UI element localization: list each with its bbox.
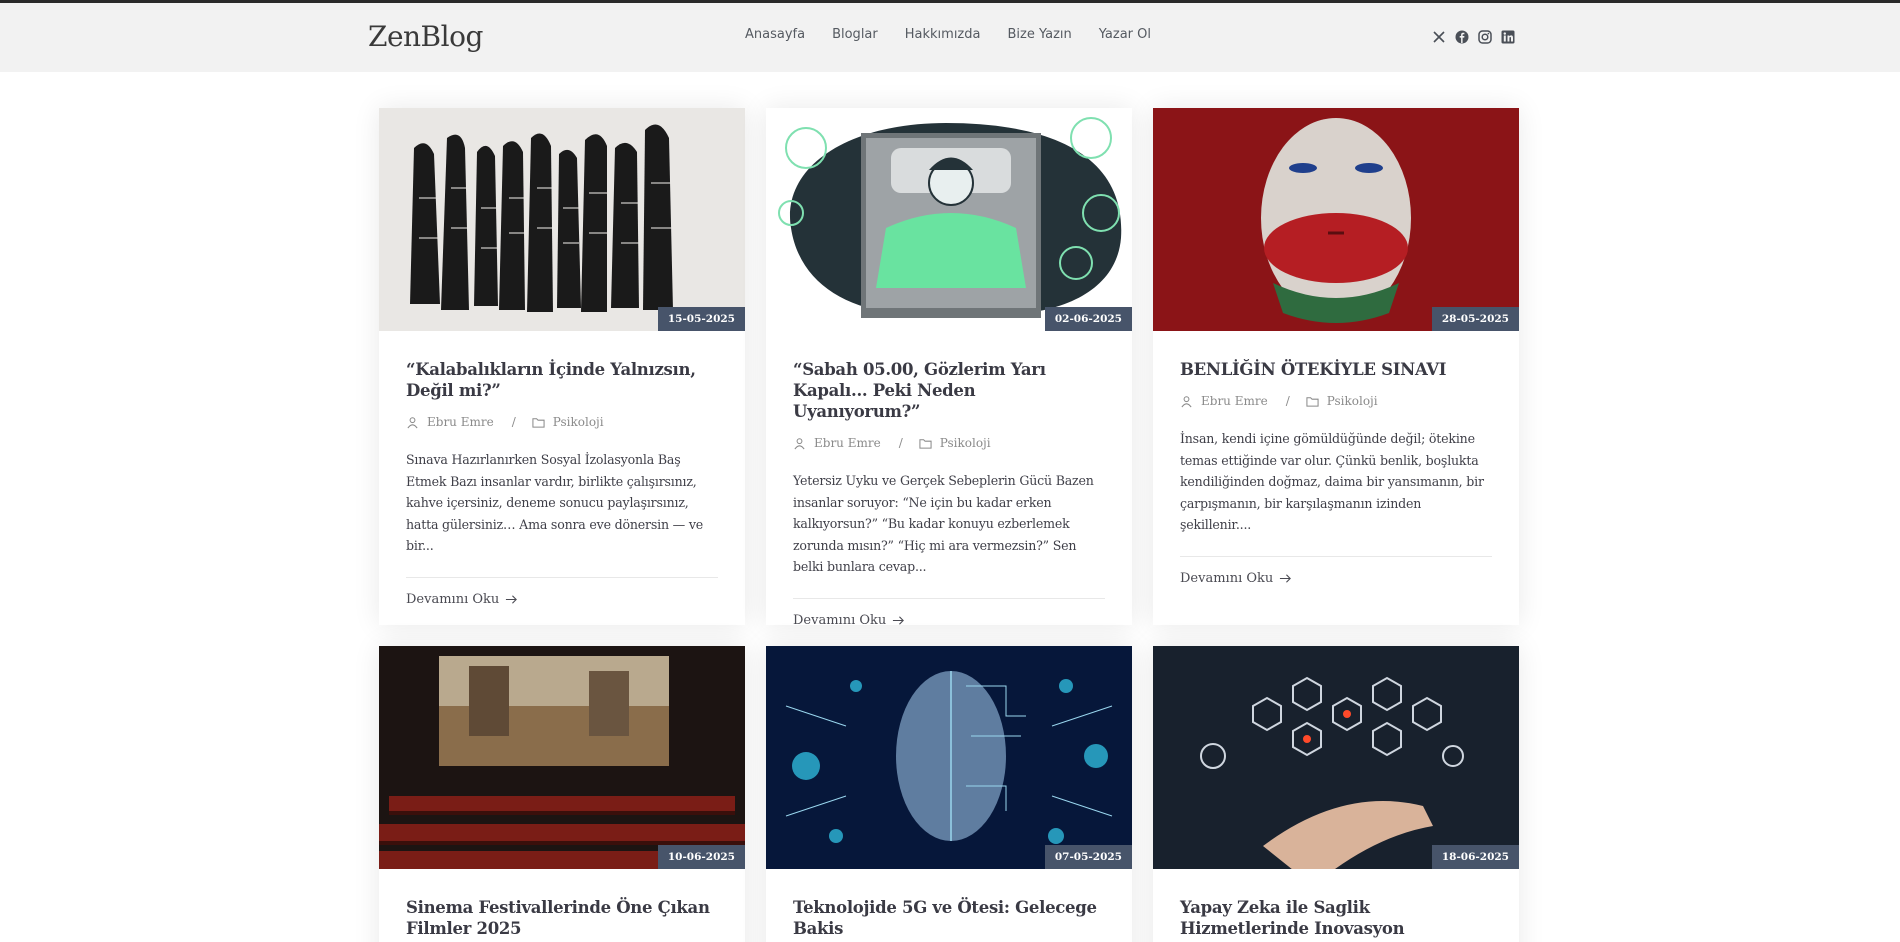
post-title[interactable]: Yapay Zeka ile Saglik Hizmetlerinde Inov…	[1180, 897, 1492, 939]
post-card: 10-06-2025 Sinema Festivallerinde Öne Çı…	[379, 646, 745, 942]
post-card: 18-06-2025 Yapay Zeka ile Saglik Hizmetl…	[1153, 646, 1519, 942]
nav-become-author[interactable]: Yazar Ol	[1099, 27, 1151, 42]
site-header: ZenBlog Anasayfa Bloglar Hakkımızda Bize…	[0, 3, 1900, 72]
post-date: 15-05-2025	[657, 307, 745, 331]
meta-separator: /	[1285, 394, 1290, 408]
read-more-link[interactable]: Devamını Oku	[793, 597, 1105, 628]
post-card: 02-06-2025 “Sabah 05.00, Gözlerim Yarı K…	[766, 108, 1132, 628]
arrow-right-icon	[1280, 573, 1292, 583]
post-excerpt: İnsan, kendi içine gömüldüğünde değil; ö…	[1180, 431, 1484, 532]
meta-separator: /	[511, 415, 516, 429]
sleepless-illustration	[766, 108, 1132, 331]
nav-blogs[interactable]: Bloglar	[832, 27, 878, 42]
nav-contact[interactable]: Bize Yazın	[1007, 27, 1071, 42]
arrow-right-icon	[506, 594, 518, 604]
ai-health-photo	[1153, 646, 1519, 869]
read-more-label: Devamını Oku	[793, 612, 887, 628]
x-icon[interactable]	[1432, 30, 1446, 44]
post-card: 15-05-2025 “Kalabalıkların İçinde Yalnız…	[379, 108, 745, 625]
nav-about[interactable]: Hakkımızda	[905, 27, 981, 42]
folder-icon	[532, 417, 545, 428]
post-meta: Ebru Emre / Psikoloji	[793, 436, 1105, 450]
nav-home[interactable]: Anasayfa	[745, 27, 805, 42]
post-image[interactable]: 07-05-2025	[766, 646, 1132, 869]
post-date: 02-06-2025	[1044, 307, 1132, 331]
post-author[interactable]: Ebru Emre	[1201, 394, 1268, 408]
post-title[interactable]: “Sabah 05.00, Gözlerim Yarı Kapalı... Pe…	[793, 359, 1105, 422]
crowd-illustration	[379, 108, 745, 331]
post-card: 28-05-2025 BENLİĞİN ÖTEKİYLE SINAVI Ebru…	[1153, 108, 1519, 625]
post-image[interactable]: 18-06-2025	[1153, 646, 1519, 869]
post-card: 07-05-2025 Teknolojide 5G ve Ötesi: Gele…	[766, 646, 1132, 942]
main-nav: Anasayfa Bloglar Hakkımızda Bize Yazın Y…	[745, 27, 1178, 42]
post-category[interactable]: Psikoloji	[1327, 394, 1378, 408]
site-logo[interactable]: ZenBlog	[368, 20, 483, 53]
post-image[interactable]: 15-05-2025	[379, 108, 745, 331]
post-author[interactable]: Ebru Emre	[427, 415, 494, 429]
arrow-right-icon	[893, 615, 905, 625]
post-date: 28-05-2025	[1431, 307, 1519, 331]
post-meta: Ebru Emre / Psikoloji	[406, 415, 718, 429]
user-icon	[407, 416, 418, 428]
instagram-icon[interactable]	[1478, 30, 1492, 44]
read-more-label: Devamını Oku	[1180, 570, 1274, 586]
post-date: 18-06-2025	[1431, 845, 1519, 869]
read-more-link[interactable]: Devamını Oku	[1180, 555, 1492, 586]
post-category[interactable]: Psikoloji	[553, 415, 604, 429]
post-excerpt: Yetersiz Uyku ve Gerçek Sebeplerin Gücü …	[793, 473, 1094, 574]
social-links	[1432, 30, 1515, 44]
post-image[interactable]: 10-06-2025	[379, 646, 745, 869]
meta-separator: /	[898, 436, 903, 450]
post-title[interactable]: Teknolojide 5G ve Ötesi: Gelecege Bakis	[793, 897, 1105, 939]
linkedin-icon[interactable]	[1501, 30, 1515, 44]
post-image[interactable]: 02-06-2025	[766, 108, 1132, 331]
folder-icon	[1306, 396, 1319, 407]
post-title[interactable]: Sinema Festivallerinde Öne Çıkan Filmler…	[406, 897, 718, 939]
read-more-link[interactable]: Devamını Oku	[406, 576, 718, 607]
facebook-icon[interactable]	[1455, 30, 1469, 44]
post-meta: Ebru Emre / Psikoloji	[1180, 394, 1492, 408]
ai-face-illustration	[766, 646, 1132, 869]
post-excerpt: Sınava Hazırlanırken Sosyal İzolasyonla …	[406, 452, 704, 553]
post-date: 07-05-2025	[1044, 845, 1132, 869]
post-title[interactable]: BENLİĞİN ÖTEKİYLE SINAVI	[1180, 359, 1492, 380]
read-more-label: Devamını Oku	[406, 591, 500, 607]
post-category[interactable]: Psikoloji	[940, 436, 991, 450]
user-icon	[794, 437, 805, 449]
post-author[interactable]: Ebru Emre	[814, 436, 881, 450]
user-icon	[1181, 395, 1192, 407]
cinema-photo	[379, 646, 745, 869]
post-date: 10-06-2025	[657, 845, 745, 869]
post-image[interactable]: 28-05-2025	[1153, 108, 1519, 331]
folder-icon	[919, 438, 932, 449]
post-title[interactable]: “Kalabalıkların İçinde Yalnızsın, Değil …	[406, 359, 718, 401]
mask-photo	[1153, 108, 1519, 331]
